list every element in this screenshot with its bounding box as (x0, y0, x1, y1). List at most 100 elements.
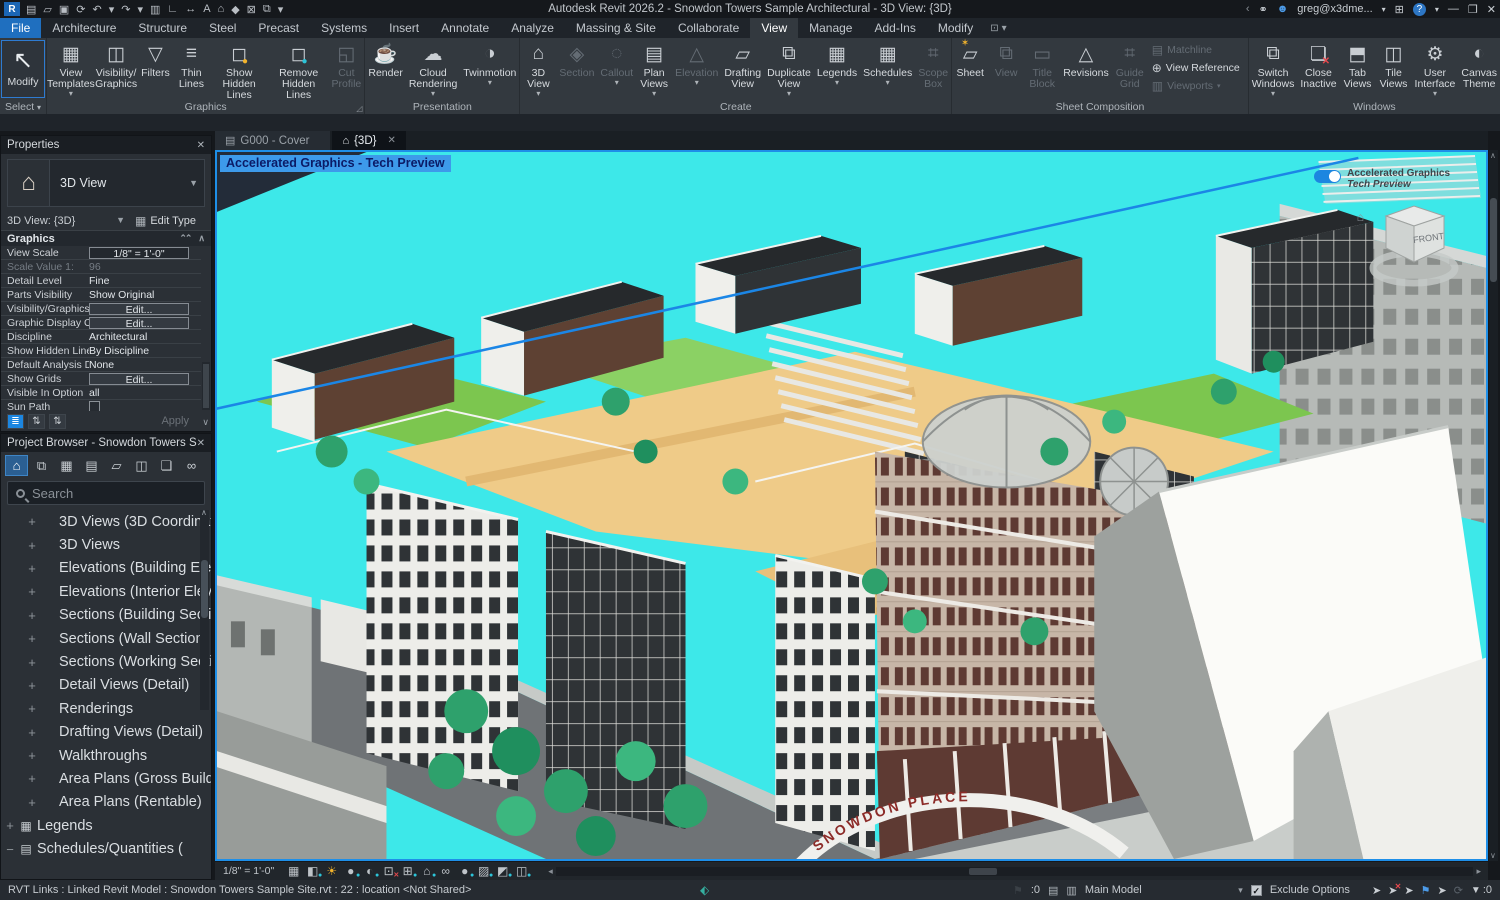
prop-visible-in-option[interactable]: Visible In Option all (1, 386, 201, 400)
edit-type-button[interactable]: ▦ Edit Type (135, 214, 196, 228)
collapse-section-icon[interactable]: ⌃⌃ (179, 233, 190, 244)
scroll-left-arrow-icon[interactable]: ◂ (545, 866, 556, 877)
switch-windows-icon[interactable]: ⧉ (263, 3, 271, 16)
browser-schedules-icon[interactable]: ▤ (80, 455, 103, 476)
select-links-icon[interactable]: ➤ (1372, 884, 1381, 897)
rendering-dialog-icon[interactable]: ◐ (360, 864, 379, 878)
prop-scale-value[interactable]: Scale Value 1: 96 (1, 260, 201, 274)
open-folder-icon[interactable]: ▱ (43, 3, 51, 16)
tree-expander-icon[interactable]: + (3, 818, 17, 833)
tab-modify[interactable]: Modify (927, 18, 984, 38)
design-options-select[interactable]: Main Model ▾ (1085, 884, 1243, 896)
toggle-switch[interactable] (1314, 170, 1341, 183)
view-tab-3d[interactable]: ⌂ {3D} ✕ (332, 131, 405, 150)
guide-grid-button[interactable]: ⌗ Guide Grid (1112, 38, 1148, 98)
scroll-up-icon[interactable]: ∧ (198, 233, 205, 244)
browser-panels-icon[interactable]: ◫ (130, 455, 153, 476)
view-templates-button[interactable]: ▦ View Templates ▾ (47, 38, 95, 98)
minimize-button[interactable]: — (1448, 3, 1459, 15)
reveal-hidden-elements-icon[interactable]: ● (455, 864, 474, 878)
tree-expander-icon[interactable]: + (25, 771, 39, 786)
tree-item[interactable]: + Elevations (Interior Eleva (1, 580, 211, 603)
selection-filter[interactable]: ▼ :0 (1471, 884, 1492, 896)
viewport-horizontal-scrollbar[interactable]: ◂ ▸ (545, 866, 1484, 877)
properties-group-icon[interactable]: ≣ (7, 414, 24, 429)
background-processes-icon[interactable]: ⟳ (1454, 884, 1463, 897)
scope-box-button[interactable]: ⌗ Scope Box (915, 38, 951, 98)
plan-views-button[interactable]: ▤ Plan Views ▾ (636, 38, 672, 98)
tree-item[interactable]: + ▦ Legends (1, 814, 211, 837)
tag-icon[interactable]: ◆ (231, 3, 239, 16)
properties-scrollbar[interactable] (202, 362, 210, 410)
twinmotion-button[interactable]: ◑ Twinmotion ▾ (460, 38, 519, 87)
project-browser-close-icon[interactable]: ✕ (197, 438, 205, 449)
render-button[interactable]: ☕ Render (365, 38, 405, 87)
ribbon-collapse-caret-icon[interactable]: ▾ (1002, 23, 1007, 34)
tree-expander-icon[interactable]: + (25, 584, 39, 599)
properties-header[interactable]: Properties ✕ (1, 136, 211, 154)
scroll-right-arrow-icon[interactable]: ▸ (1473, 866, 1484, 877)
temporary-view-properties-icon[interactable]: ▨ (474, 864, 493, 878)
select-by-face-icon[interactable]: ⚑ (1421, 884, 1431, 897)
exclude-options-checkbox[interactable]: ✓ (1251, 885, 1262, 896)
filters-button[interactable]: ▽ Filters (137, 38, 173, 87)
thin-lines-button[interactable]: ≡ Thin Lines (173, 38, 209, 98)
displacement-sets-icon[interactable]: ◫ (512, 864, 531, 878)
tree-item[interactable]: + Sections (Working Sectio (1, 650, 211, 673)
tree-expander-icon[interactable]: − (3, 842, 17, 857)
view-tab-close-icon[interactable]: ✕ (387, 135, 395, 146)
tab-analyze[interactable]: Analyze (500, 18, 565, 38)
type-selector-caret-icon[interactable]: ▼ (189, 178, 204, 188)
close-inactive-button[interactable]: ❏ Close Inactive (1297, 38, 1339, 98)
tab-manage[interactable]: Manage (798, 18, 863, 38)
tab-annotate[interactable]: Annotate (430, 18, 500, 38)
ribbon-options-icon[interactable]: ⊡ (990, 23, 998, 34)
select-pinned-icon[interactable]: ➤ (1404, 884, 1413, 897)
tab-views-button[interactable]: ⬒ Tab Views (1340, 38, 1376, 98)
tree-item[interactable]: + Walkthroughs (1, 744, 211, 767)
tree-item[interactable]: + Renderings (1, 697, 211, 720)
text-icon[interactable]: A (203, 3, 210, 15)
help-icon[interactable]: ? (1413, 3, 1426, 16)
tab-collaborate[interactable]: Collaborate (667, 18, 750, 38)
tile-views-button[interactable]: ◫ Tile Views (1376, 38, 1412, 98)
tree-expander-icon[interactable]: + (25, 538, 39, 553)
browser-links-icon[interactable]: ∞ (180, 455, 203, 476)
tree-item[interactable]: + Sections (Wall Section) (1, 627, 211, 650)
worksets-icon[interactable]: ▤ (1048, 884, 1058, 897)
tab-massing-site[interactable]: Massing & Site (565, 18, 667, 38)
search-icon[interactable]: ⚭ (1258, 3, 1267, 16)
crop-region-icon[interactable]: ⊞ (398, 864, 417, 878)
project-browser-header[interactable]: Project Browser - Snowdon Towers Sample … (1, 434, 211, 452)
browser-tree-scrollbar[interactable]: ∧ (200, 510, 209, 710)
view-reference-button[interactable]: ⊕ View Reference (1152, 60, 1244, 76)
design-options-caret-icon[interactable]: ▾ (1238, 885, 1243, 896)
viewports-button[interactable]: ▥ Viewports ▾ (1152, 78, 1244, 94)
scroll-down-arrow-icon[interactable]: ∨ (1490, 851, 1496, 860)
tree-expander-icon[interactable]: + (25, 561, 39, 576)
view-scale-control[interactable]: 1/8" = 1'-0" (215, 865, 284, 877)
measure-icon[interactable]: ∟ (167, 3, 178, 15)
prop-view-scale[interactable]: View Scale 1/8" = 1'-0" (1, 246, 201, 260)
properties-close-icon[interactable]: ✕ (197, 140, 205, 151)
revisions-button[interactable]: △ Revisions (1060, 38, 1112, 87)
revit-logo[interactable]: R (4, 2, 20, 16)
account-caret-icon[interactable]: ▾ (1382, 5, 1386, 14)
properties-sort-asc-icon[interactable]: ⇅ (28, 414, 45, 429)
tab-structure[interactable]: Structure (127, 18, 198, 38)
select-underlay-icon[interactable]: ➤ (1388, 884, 1397, 897)
tree-expander-icon[interactable]: + (25, 608, 39, 623)
tree-expander-icon[interactable]: + (25, 514, 39, 529)
viewport-vertical-scrollbar[interactable]: ∧ ∨ (1489, 150, 1498, 861)
cart-icon[interactable]: ⊞ (1395, 3, 1404, 16)
help-caret-icon[interactable]: ▾ (1435, 5, 1439, 14)
temporary-hide-isolate-icon[interactable]: ∞ (436, 864, 455, 878)
tab-file[interactable]: File (0, 18, 41, 38)
select-panel-label[interactable]: Select ▾ (0, 101, 46, 114)
browser-search-box[interactable] (7, 481, 205, 505)
prop-parts-visibility[interactable]: Parts Visibility Show Original (1, 288, 201, 302)
remove-hidden-lines-button[interactable]: ◻ Remove Hidden Lines (269, 38, 328, 109)
close-hidden-icon[interactable]: ⊠ (247, 3, 256, 16)
tab-precast[interactable]: Precast (247, 18, 310, 38)
tab-insert[interactable]: Insert (378, 18, 430, 38)
